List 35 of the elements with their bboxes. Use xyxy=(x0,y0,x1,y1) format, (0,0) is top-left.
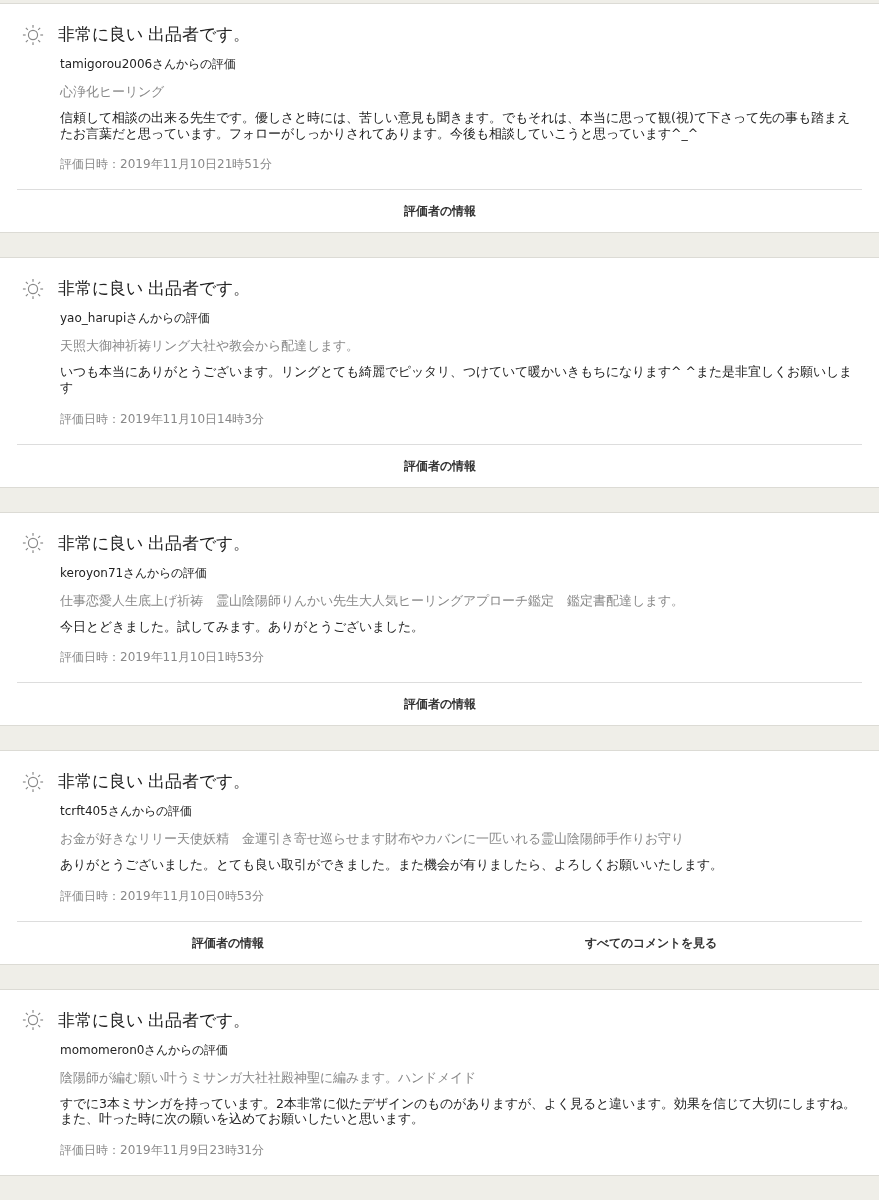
review-date: 評価日時：2019年11月9日23時31分 xyxy=(60,1142,265,1159)
sun-icon xyxy=(22,23,44,46)
reviewer-info-button[interactable]: 評価者の情報 xyxy=(17,444,862,487)
rating-text: 非常に良い 出品者です。 xyxy=(58,1008,251,1032)
review-date: 評価日時：2019年11月10日1時53分 xyxy=(60,649,265,667)
reviewer-name: keroyon71さんからの評価 xyxy=(60,564,209,582)
product-title: お金が好きなリリー天使妖精 金運引き寄せ巡らせます財布やカバンに一匹いれる霊山陰陽師手作りお守り xyxy=(60,831,685,849)
sun-icon xyxy=(22,532,44,554)
product-title: 陰陽師が編む願い叶うミサンガ大社社殿神聖に編みます。ハンドメイド xyxy=(60,1069,477,1087)
product-title: 天照大御神祈祷リング大社や教会から配達します。 xyxy=(60,338,360,356)
sun-icon xyxy=(22,1009,44,1032)
sun-icon xyxy=(22,277,44,300)
product-title: 仕事恋愛人生底上げ祈祷 霊山陰陽師りんかい先生大人気ヒーリングアプローチ鑑定 鑑定書配達します。 xyxy=(60,592,685,610)
review-comment: ありがとうございました。とても良い取引ができました。また機会が有りましたら、よろしくお願いいたします。 xyxy=(60,857,724,873)
review-comment: すでに3本ミサンガを持っています。2本非常に似たデザインのものがありますが、よく見ると違います。効果を信じて大切にしますね。また、叶った時に次の願いを込めてお願いしたいと思います。 xyxy=(60,1095,857,1127)
reviewer-name: tamigorou2006さんからの評価 xyxy=(60,56,238,73)
review-comment: いつも本当にありがとうございます。リングとても綺麗でピッタリ、つけていて暖かいきもちになります^ ^また是非宜しくお願いします xyxy=(60,364,853,396)
reviewer-name: tcrft405さんからの評価 xyxy=(60,803,193,821)
rating-text: 非常に良い 出品者です。 xyxy=(58,277,251,301)
reviewer-name: momomeron0さんからの評価 xyxy=(60,1041,230,1059)
review-date: 評価日時：2019年11月10日14時3分 xyxy=(60,410,265,428)
reviewer-name: yao_harupiさんからの評価 xyxy=(60,310,212,328)
product-title: 心浄化ヒーリング xyxy=(60,84,165,101)
rating-text: 非常に良い 出品者です。 xyxy=(58,23,251,46)
reviewer-info-button[interactable]: 評価者の情報 xyxy=(17,683,862,726)
rating-text: 非常に良い 出品者です。 xyxy=(58,770,251,794)
review-date: 評価日時：2019年11月10日0時53分 xyxy=(60,887,265,905)
review-date: 評価日時：2019年11月10日21時51分 xyxy=(60,156,273,174)
reviewer-info-button[interactable]: 評価者の情報 xyxy=(17,190,862,233)
sun-icon xyxy=(22,770,44,793)
all-comments-button[interactable]: すべてのコメントを見る xyxy=(439,921,862,964)
review-comment: 信頼して相談の出来る先生です。優しさと時には、苦しい意見も聞きます。でもそれは、本当に思って観(視)て下さって先の事も踏まえたお言葉だと思っています。フォローがしっかりされてあります。今後も相談していこうと思っています^_^ xyxy=(60,110,851,142)
review-comment: 今日とどきました。試してみます。ありがとうございました。 xyxy=(60,618,425,635)
reviewer-info-button[interactable]: 評価者の情報 xyxy=(17,921,440,964)
rating-text: 非常に良い 出品者です。 xyxy=(58,531,251,555)
